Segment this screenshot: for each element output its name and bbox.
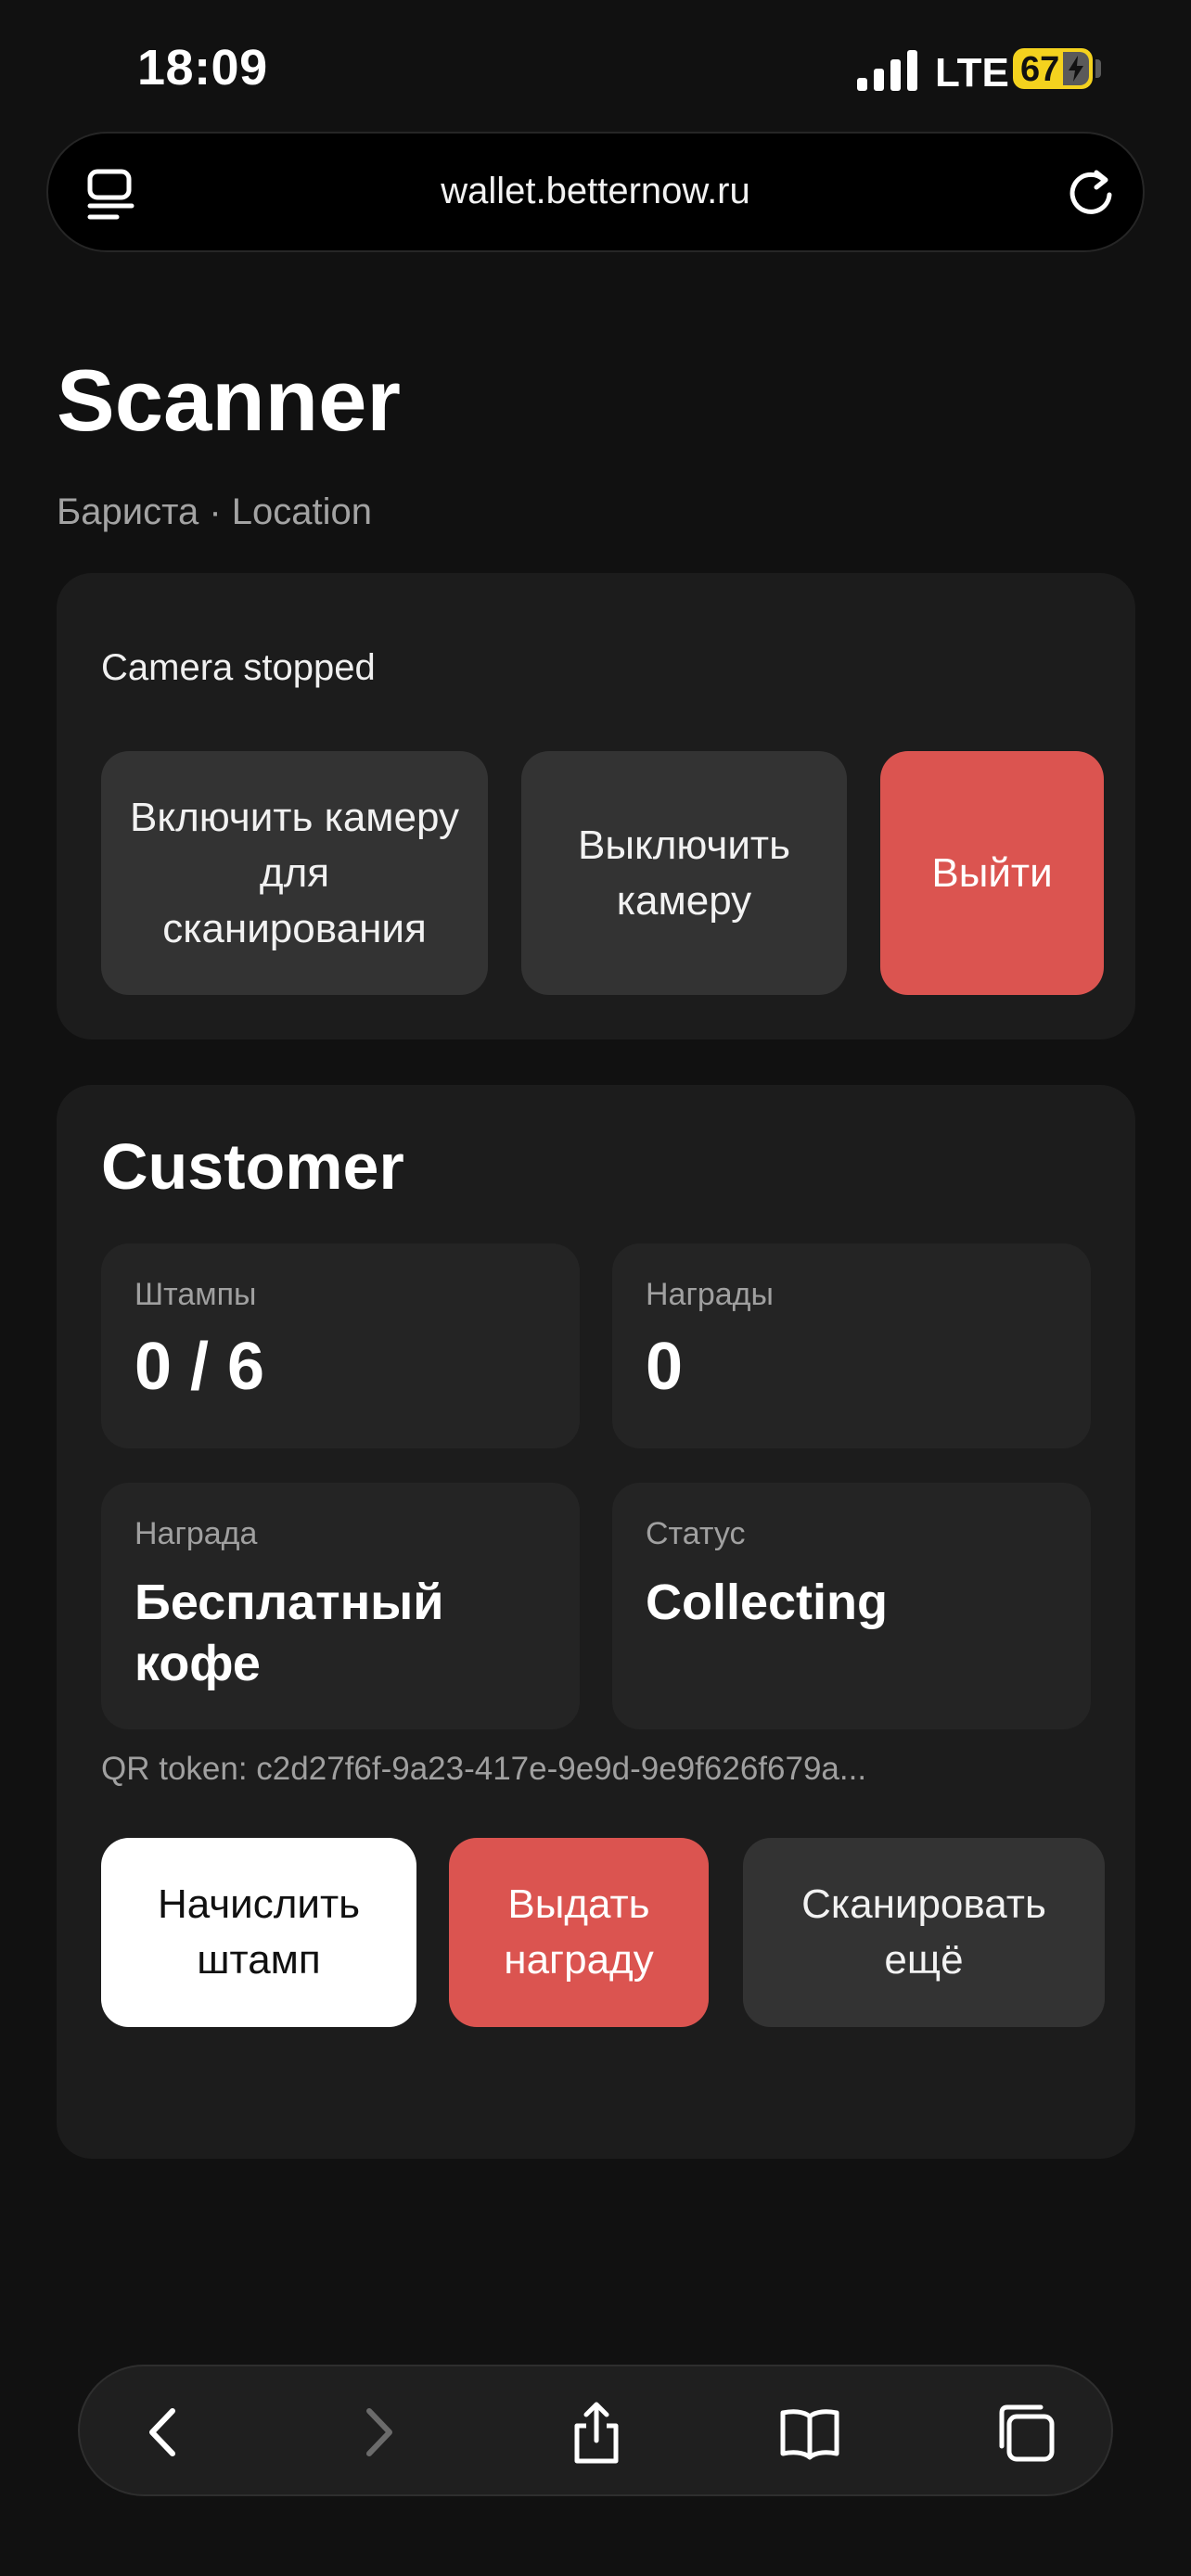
status-tile: Статус Collecting <box>612 1483 1091 1729</box>
charging-bolt-icon <box>1063 52 1089 85</box>
rewards-label: Награды <box>646 1277 774 1312</box>
reward-label: Награда <box>134 1516 258 1551</box>
status-time: 18:09 <box>137 40 268 96</box>
camera-card: Camera stopped Включить камеру для скани… <box>57 573 1135 1039</box>
browser-toolbar <box>78 2365 1113 2496</box>
add-stamp-button[interactable]: Начислить штамп <box>101 1838 416 2027</box>
page: 18:09 LTE 67 wallet.betternow.ru Scanner… <box>0 0 1191 2576</box>
qr-token: QR token: c2d27f6f-9a23-417e-9e9d-9e9f62… <box>101 1751 867 1787</box>
signal-icon <box>857 48 920 91</box>
stamps-value: 0 / 6 <box>134 1330 265 1404</box>
page-title: Scanner <box>57 351 401 449</box>
battery-level: 67 <box>1020 50 1060 89</box>
redeem-reward-button[interactable]: Выдать награду <box>449 1838 709 2027</box>
status-value: Collecting <box>646 1575 889 1630</box>
stop-camera-button[interactable]: Выключить камеру <box>521 751 847 995</box>
logout-button[interactable]: Выйти <box>880 751 1104 995</box>
bookmarks-icon[interactable] <box>777 2400 842 2465</box>
battery-icon: 67 <box>1013 48 1093 89</box>
forward-icon[interactable] <box>345 2400 410 2465</box>
customer-title: Customer <box>101 1130 404 1203</box>
reload-icon[interactable] <box>1063 165 1119 221</box>
rewards-value: 0 <box>646 1330 684 1404</box>
customer-card: Customer Штампы 0 / 6 Награды 0 Награда … <box>57 1085 1135 2159</box>
status-bar: 18:09 LTE 67 <box>0 0 1191 130</box>
battery-nub <box>1095 59 1101 78</box>
page-subtitle: Бариста · Location <box>57 491 372 532</box>
tabs-overview-icon[interactable] <box>994 2400 1059 2465</box>
network-type: LTE <box>935 50 1009 96</box>
start-camera-button[interactable]: Включить камеру для сканирования <box>101 751 488 995</box>
rewards-tile: Награды 0 <box>612 1243 1091 1448</box>
scan-again-button[interactable]: Сканировать ещё <box>743 1838 1105 2027</box>
status-label: Статус <box>646 1516 746 1551</box>
stamps-label: Штампы <box>134 1277 257 1312</box>
address-bar[interactable]: wallet.betternow.ru <box>46 132 1145 252</box>
stamps-tile: Штампы 0 / 6 <box>101 1243 580 1448</box>
share-icon[interactable] <box>564 2400 629 2465</box>
reward-tile: Награда Бесплатный кофе <box>101 1483 580 1729</box>
back-icon[interactable] <box>132 2400 197 2465</box>
reward-value: Бесплатный кофе <box>134 1575 444 1691</box>
url-text[interactable]: wallet.betternow.ru <box>48 171 1143 212</box>
camera-status: Camera stopped <box>101 647 376 688</box>
